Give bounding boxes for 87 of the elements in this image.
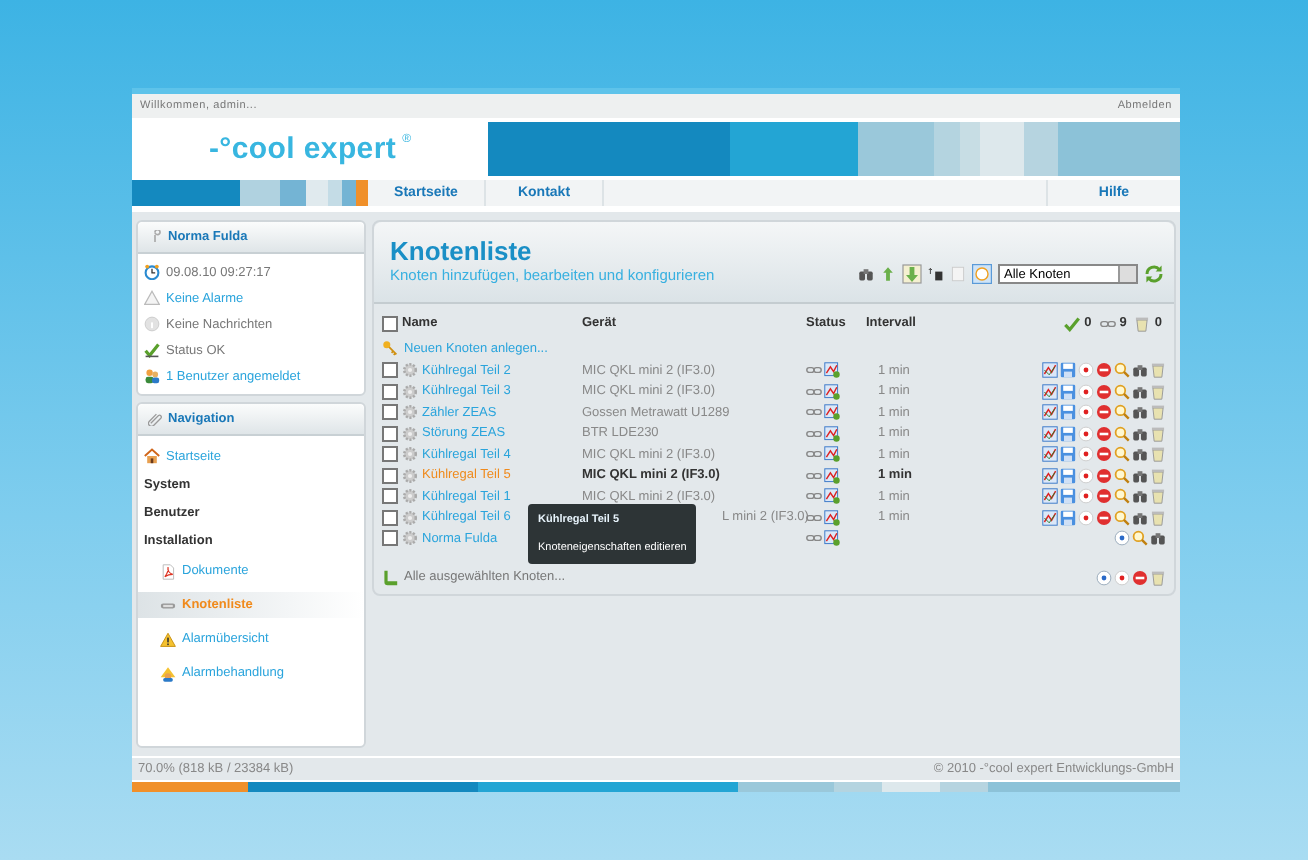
info-icon	[144, 316, 160, 332]
play-icon[interactable]	[1114, 530, 1130, 547]
stop-icon[interactable]	[1096, 446, 1112, 463]
binoculars-icon[interactable]	[858, 266, 874, 282]
search-icon[interactable]	[1114, 467, 1130, 484]
stop-icon[interactable]	[1096, 404, 1112, 421]
users-icon	[144, 368, 160, 384]
stop-icon[interactable]	[1096, 488, 1112, 505]
pin-icon	[148, 230, 162, 244]
link-icon	[806, 446, 822, 463]
link-icon	[806, 425, 822, 442]
person-warning-icon	[160, 665, 176, 681]
chart-icon[interactable]	[1042, 362, 1058, 379]
house-icon	[144, 448, 160, 464]
chart-icon[interactable]	[1042, 446, 1058, 463]
row-checkbox[interactable]	[382, 383, 398, 400]
link-icon	[1099, 315, 1116, 331]
chart-icon	[824, 362, 840, 379]
chart-icon	[824, 425, 840, 442]
page-title: Knotenliste	[390, 236, 534, 266]
link-icon	[806, 509, 822, 526]
binoculars-icon[interactable]	[1132, 467, 1148, 484]
link-icon	[806, 530, 822, 547]
corner-arrow-icon	[382, 569, 398, 586]
search-icon[interactable]	[1114, 509, 1130, 526]
search-icon[interactable]	[1114, 425, 1130, 442]
warning-icon	[160, 631, 176, 647]
row-checkbox[interactable]	[382, 425, 398, 442]
stop-icon[interactable]	[1096, 383, 1112, 400]
chart-icon[interactable]	[1042, 425, 1058, 442]
stop-icon[interactable]	[1096, 425, 1112, 442]
binoculars-icon[interactable]	[1132, 488, 1148, 505]
binoculars-icon[interactable]	[1132, 362, 1148, 379]
link-icon	[806, 467, 822, 484]
key-icon	[382, 340, 398, 356]
row-checkbox[interactable]	[382, 488, 398, 505]
paperclip-icon	[148, 412, 162, 426]
chart-icon[interactable]	[1042, 404, 1058, 421]
link-icon	[806, 488, 822, 505]
row-checkbox[interactable]	[382, 362, 398, 379]
chart-icon	[824, 467, 840, 484]
binoculars-icon[interactable]	[1132, 446, 1148, 463]
trash-icon	[1134, 315, 1151, 331]
chart-icon	[824, 446, 840, 463]
link-icon	[806, 362, 822, 379]
binoculars-icon[interactable]	[1132, 404, 1148, 421]
chart-icon[interactable]	[1042, 383, 1058, 400]
play-icon[interactable]	[1096, 569, 1112, 586]
refresh-icon[interactable]	[1144, 264, 1164, 284]
search-icon[interactable]	[1114, 383, 1130, 400]
row-checkbox[interactable]	[382, 446, 398, 463]
stop-icon[interactable]	[1096, 467, 1112, 484]
chart-icon	[824, 404, 840, 421]
link-icon	[806, 404, 822, 421]
search-icon[interactable]	[1114, 404, 1130, 421]
pdf-icon	[160, 563, 176, 579]
check-icon	[144, 342, 160, 358]
chart-icon	[824, 509, 840, 526]
chart-icon[interactable]	[1042, 509, 1058, 526]
binoculars-icon[interactable]	[1132, 383, 1148, 400]
row-checkbox[interactable]	[382, 530, 398, 547]
link-icon	[806, 383, 822, 400]
record-icon[interactable]	[1114, 569, 1130, 586]
alarm-clock-icon	[144, 264, 160, 280]
search-icon[interactable]	[1114, 446, 1130, 463]
chart-icon[interactable]	[1042, 467, 1058, 484]
row-checkbox[interactable]	[382, 467, 398, 484]
chart-icon	[824, 383, 840, 400]
binoculars-icon[interactable]	[1150, 530, 1166, 547]
binoculars-icon[interactable]	[1132, 425, 1148, 442]
stop-icon[interactable]	[1096, 509, 1112, 526]
chart-icon	[824, 530, 840, 547]
check-icon	[1064, 315, 1081, 331]
search-icon[interactable]	[1132, 530, 1148, 547]
row-checkbox[interactable]	[382, 404, 398, 421]
logo: -°cool expert	[208, 132, 397, 166]
search-icon[interactable]	[1114, 362, 1130, 379]
chart-icon	[824, 488, 840, 505]
select-all-checkbox[interactable]	[382, 315, 398, 331]
search-icon[interactable]	[1114, 488, 1130, 505]
warning-icon	[144, 290, 160, 306]
stop-icon[interactable]	[1132, 569, 1148, 586]
row-checkbox[interactable]	[382, 509, 398, 526]
stop-icon[interactable]	[1096, 362, 1112, 379]
chart-icon[interactable]	[1042, 488, 1058, 505]
sort-icon[interactable]	[928, 266, 944, 282]
binoculars-icon[interactable]	[1132, 509, 1148, 526]
